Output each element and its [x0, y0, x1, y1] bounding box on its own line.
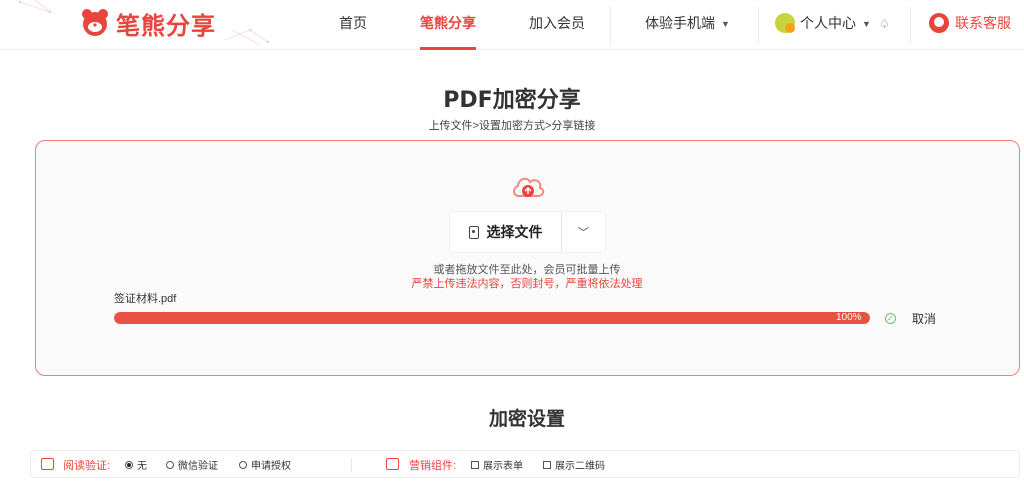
checkbox-show-qrcode[interactable]: 展示二维码	[543, 457, 605, 472]
chevron-down-icon: ▼	[721, 19, 730, 29]
radio-none[interactable]: 无	[125, 457, 147, 472]
read-verify-icon	[41, 458, 54, 470]
page-title: PDF加密分享	[443, 88, 581, 113]
contact-service-label: 联系客服	[955, 15, 1011, 31]
brand-logo[interactable]: 笔熊分享	[80, 5, 216, 41]
step-breadcrumb: 上传文件>设置加密方式>分享链接	[428, 120, 596, 132]
radio-auth-label: 申请授权	[251, 461, 291, 472]
chevron-down-icon: ﹀	[578, 227, 589, 239]
marketing-icon	[386, 458, 399, 470]
radio-icon	[166, 460, 174, 469]
uploaded-file-name: 签证材料.pdf	[114, 293, 177, 305]
read-verify-label: 阅读验证:	[63, 460, 111, 472]
select-file-button[interactable]: 选择文件	[450, 212, 562, 252]
upload-warning: 严禁上传违法内容，否则封号，严重将依法处理	[411, 278, 643, 290]
radio-icon	[125, 460, 133, 469]
nav-join-member[interactable]: 加入会员	[529, 0, 585, 50]
settings-title: 加密设置	[488, 408, 565, 430]
radio-wechat-label: 微信验证	[178, 461, 218, 472]
nav-divider	[910, 6, 911, 44]
user-center-menu[interactable]: 个人中心 ▼ ♤	[775, 0, 890, 50]
show-form-label: 展示表单	[483, 461, 523, 472]
nav-mobile[interactable]: 体验手机端 ▼	[645, 0, 730, 50]
customer-service-icon	[929, 13, 949, 33]
select-file-control: 选择文件 ﹀	[450, 212, 605, 252]
checkbox-icon	[543, 460, 551, 469]
radio-none-label: 无	[137, 461, 147, 472]
nav-mobile-label: 体验手机端	[645, 15, 715, 31]
chevron-down-icon: ▼	[862, 19, 871, 29]
top-header: 笔熊分享 首页 笔熊分享 加入会员 体验手机端 ▼ 个人中心 ▼ ♤ 联系客服	[0, 0, 1024, 50]
checkbox-show-form[interactable]: 展示表单	[471, 457, 523, 472]
logo-text: 笔熊分享	[116, 11, 216, 40]
radio-wechat-verify[interactable]: 微信验证	[166, 457, 218, 472]
nav-divider	[758, 6, 759, 44]
avatar	[775, 13, 795, 33]
select-file-label: 选择文件	[486, 224, 543, 240]
encryption-settings-bar: 阅读验证: 无 微信验证 申请授权 营销组件: 展示表单 展示二维码	[30, 450, 1020, 478]
bell-icon[interactable]: ♤	[879, 1, 890, 47]
nav-home[interactable]: 首页	[339, 0, 367, 50]
file-icon	[468, 225, 479, 239]
user-center-label: 个人中心	[800, 15, 856, 31]
radio-request-auth[interactable]: 申请授权	[239, 457, 291, 472]
show-qrcode-label: 展示二维码	[555, 461, 605, 472]
cloud-upload-icon	[513, 177, 545, 197]
upload-progress-bar	[114, 312, 870, 324]
checkbox-icon	[471, 460, 479, 469]
cancel-upload-button[interactable]: 取消	[912, 310, 936, 327]
check-circle-icon: ✓	[885, 313, 896, 324]
bear-logo-icon	[82, 9, 108, 36]
progress-percent-label: 100%	[836, 312, 862, 323]
nav-bixiong-share[interactable]: 笔熊分享	[420, 0, 476, 50]
nav-divider	[610, 6, 611, 44]
radio-icon	[239, 460, 247, 469]
upload-progress-fill	[114, 312, 870, 324]
settings-divider	[351, 458, 352, 472]
select-source-dropdown[interactable]: ﹀	[562, 212, 605, 252]
marketing-label: 营销组件:	[409, 460, 457, 472]
contact-service-button[interactable]: 联系客服	[929, 0, 1011, 50]
